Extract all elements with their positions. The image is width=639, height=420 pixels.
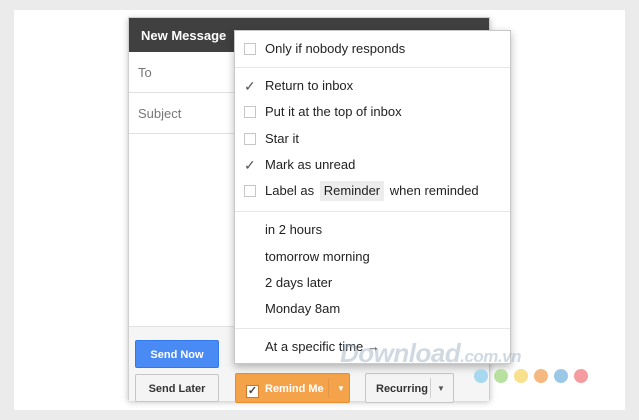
watermark-dot: [474, 369, 488, 383]
recurring-separator: [430, 378, 431, 398]
chevron-down-icon[interactable]: ▼: [437, 374, 445, 404]
remind-checkbox-checked-icon[interactable]: ✓: [246, 385, 259, 398]
menu-item-label-prefix: Label as: [265, 183, 315, 198]
menu-item-time-tomorrow-morning[interactable]: tomorrow morning: [235, 245, 510, 269]
watermark-dot: [514, 369, 528, 383]
remind-me-button[interactable]: ✓ Remind Me ▼: [235, 373, 350, 403]
send-now-button[interactable]: Send Now: [135, 340, 219, 368]
menu-item-label-as[interactable]: Label as Reminder when reminded: [235, 179, 510, 203]
remind-me-dropdown-menu: Only if nobody responds ✓ Return to inbo…: [234, 30, 511, 364]
menu-item-star-it[interactable]: Star it: [235, 127, 510, 151]
watermark-dot: [574, 369, 588, 383]
menu-item-label: Put it at the top of inbox: [265, 104, 402, 119]
watermark-dot: [554, 369, 568, 383]
menu-item-only-if-nobody-responds[interactable]: Only if nobody responds: [235, 37, 510, 61]
checkmark-icon[interactable]: ✓: [244, 74, 256, 98]
menu-item-time-in-2-hours[interactable]: in 2 hours: [235, 218, 510, 242]
subject-label: Subject: [138, 106, 182, 121]
label-tag[interactable]: Reminder: [319, 181, 385, 201]
watermark-logo: Download.com.vn: [340, 338, 521, 369]
menu-item-label: Only if nobody responds: [265, 41, 406, 56]
menu-item-label: Star it: [265, 131, 299, 146]
menu-divider: [235, 67, 510, 68]
menu-item-time-monday-8am[interactable]: Monday 8am: [235, 297, 510, 321]
send-later-button[interactable]: Send Later: [135, 374, 219, 402]
checkmark-icon[interactable]: ✓: [244, 153, 256, 177]
checkbox-icon[interactable]: [244, 43, 256, 55]
checkbox-icon[interactable]: [244, 106, 256, 118]
watermark-text: Download: [340, 338, 461, 368]
menu-item-label-suffix: when reminded: [389, 183, 479, 198]
recurring-button[interactable]: Recurring ▼: [365, 373, 454, 403]
remind-me-label: Remind Me: [265, 383, 324, 395]
watermark-suffix: .com.vn: [460, 347, 521, 366]
menu-item-mark-as-unread[interactable]: ✓ Mark as unread: [235, 153, 510, 177]
checkbox-icon[interactable]: [244, 133, 256, 145]
menu-divider: [235, 328, 510, 329]
menu-item-label: Mark as unread: [265, 157, 356, 172]
watermark-dot: [494, 369, 508, 383]
menu-divider: [235, 211, 510, 212]
remind-separator: [328, 378, 329, 398]
to-label: To: [138, 65, 152, 80]
checkbox-icon[interactable]: [244, 185, 256, 197]
recurring-label: Recurring: [376, 383, 428, 395]
menu-item-top-of-inbox[interactable]: Put it at the top of inbox: [235, 100, 510, 124]
menu-item-return-to-inbox[interactable]: ✓ Return to inbox: [235, 74, 510, 98]
menu-item-time-2-days-later[interactable]: 2 days later: [235, 271, 510, 295]
menu-item-label: Return to inbox: [265, 78, 354, 93]
chevron-down-icon[interactable]: ▼: [337, 374, 345, 404]
watermark-dot: [534, 369, 548, 383]
